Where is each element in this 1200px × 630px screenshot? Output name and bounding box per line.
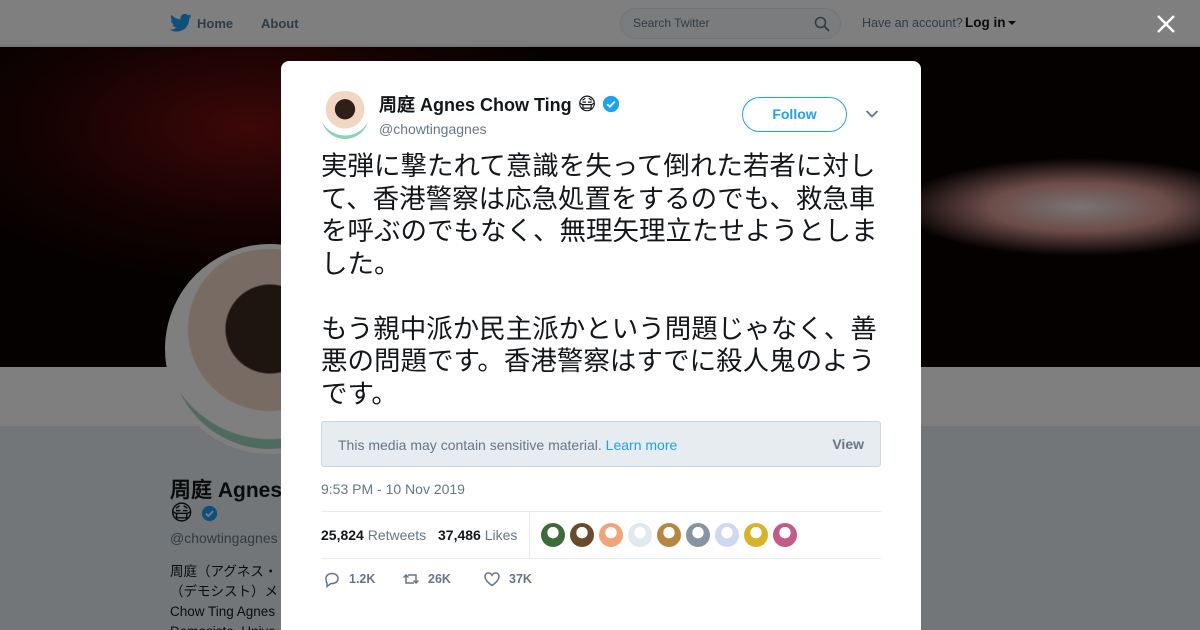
author-name[interactable]: 周庭 Agnes Chow Ting	[379, 91, 572, 117]
reply-count: 1.2K	[349, 572, 376, 586]
like-count: 37K	[509, 572, 532, 586]
like-button[interactable]: 37K	[483, 570, 532, 588]
tweet-modal: 周庭 Agnes Chow Ting 😷 @chowtingagnes Foll…	[281, 61, 921, 630]
author-handle[interactable]: @chowtingagnes	[379, 121, 487, 137]
author-name-row: 周庭 Agnes Chow Ting 😷	[379, 91, 620, 117]
liker-avatar[interactable]	[599, 523, 623, 547]
heart-icon	[484, 572, 500, 587]
likes-label: Likes	[484, 527, 518, 543]
liker-avatar[interactable]	[570, 523, 594, 547]
verified-badge-icon	[603, 95, 620, 113]
tweet-text: 実弾に撃たれて意識を失って倒れた若者に対して、香港警察は応急処置をするのでも、救…	[321, 151, 878, 410]
sensitive-notice-text: This media may contain sensitive materia…	[338, 437, 677, 453]
likes-count: 37,486	[438, 527, 481, 543]
liker-avatar[interactable]	[628, 523, 652, 547]
close-icon[interactable]	[1156, 14, 1176, 34]
retweets-count: 25,824	[321, 527, 364, 543]
reply-button[interactable]: 1.2K	[323, 570, 375, 588]
sensitive-notice-label: This media may contain sensitive materia…	[338, 437, 602, 453]
face-mask-emoji: 😷	[577, 93, 597, 114]
retweet-icon	[402, 573, 420, 585]
learn-more-link[interactable]: Learn more	[606, 437, 678, 453]
view-media-button[interactable]: View	[832, 436, 864, 452]
reply-icon	[325, 572, 339, 588]
chevron-down-icon[interactable]	[865, 109, 879, 119]
retweet-count: 26K	[428, 572, 451, 586]
liker-avatar[interactable]	[715, 523, 739, 547]
liker-avatar[interactable]	[773, 523, 797, 547]
tweet-timestamp[interactable]: 9:53 PM - 10 Nov 2019	[321, 481, 465, 497]
likes-stat[interactable]: 37,486 Likes	[438, 527, 517, 543]
sensitive-media-notice: This media may contain sensitive materia…	[321, 421, 881, 467]
retweet-button[interactable]: 26K	[402, 570, 451, 588]
liker-avatar[interactable]	[744, 523, 768, 547]
liker-avatar[interactable]	[541, 523, 565, 547]
tweet-actions: 1.2K 26K 37K	[321, 567, 881, 591]
tweet-stats: 25,824 Retweets 37,486 Likes	[321, 511, 881, 559]
follow-button[interactable]: Follow	[742, 97, 847, 132]
liker-avatars	[541, 523, 797, 547]
liker-avatar[interactable]	[657, 523, 681, 547]
stats-divider	[529, 512, 530, 558]
retweets-label: Retweets	[367, 527, 427, 543]
retweets-stat[interactable]: 25,824 Retweets	[321, 527, 426, 543]
liker-avatar[interactable]	[686, 523, 710, 547]
author-avatar[interactable]	[321, 91, 369, 139]
